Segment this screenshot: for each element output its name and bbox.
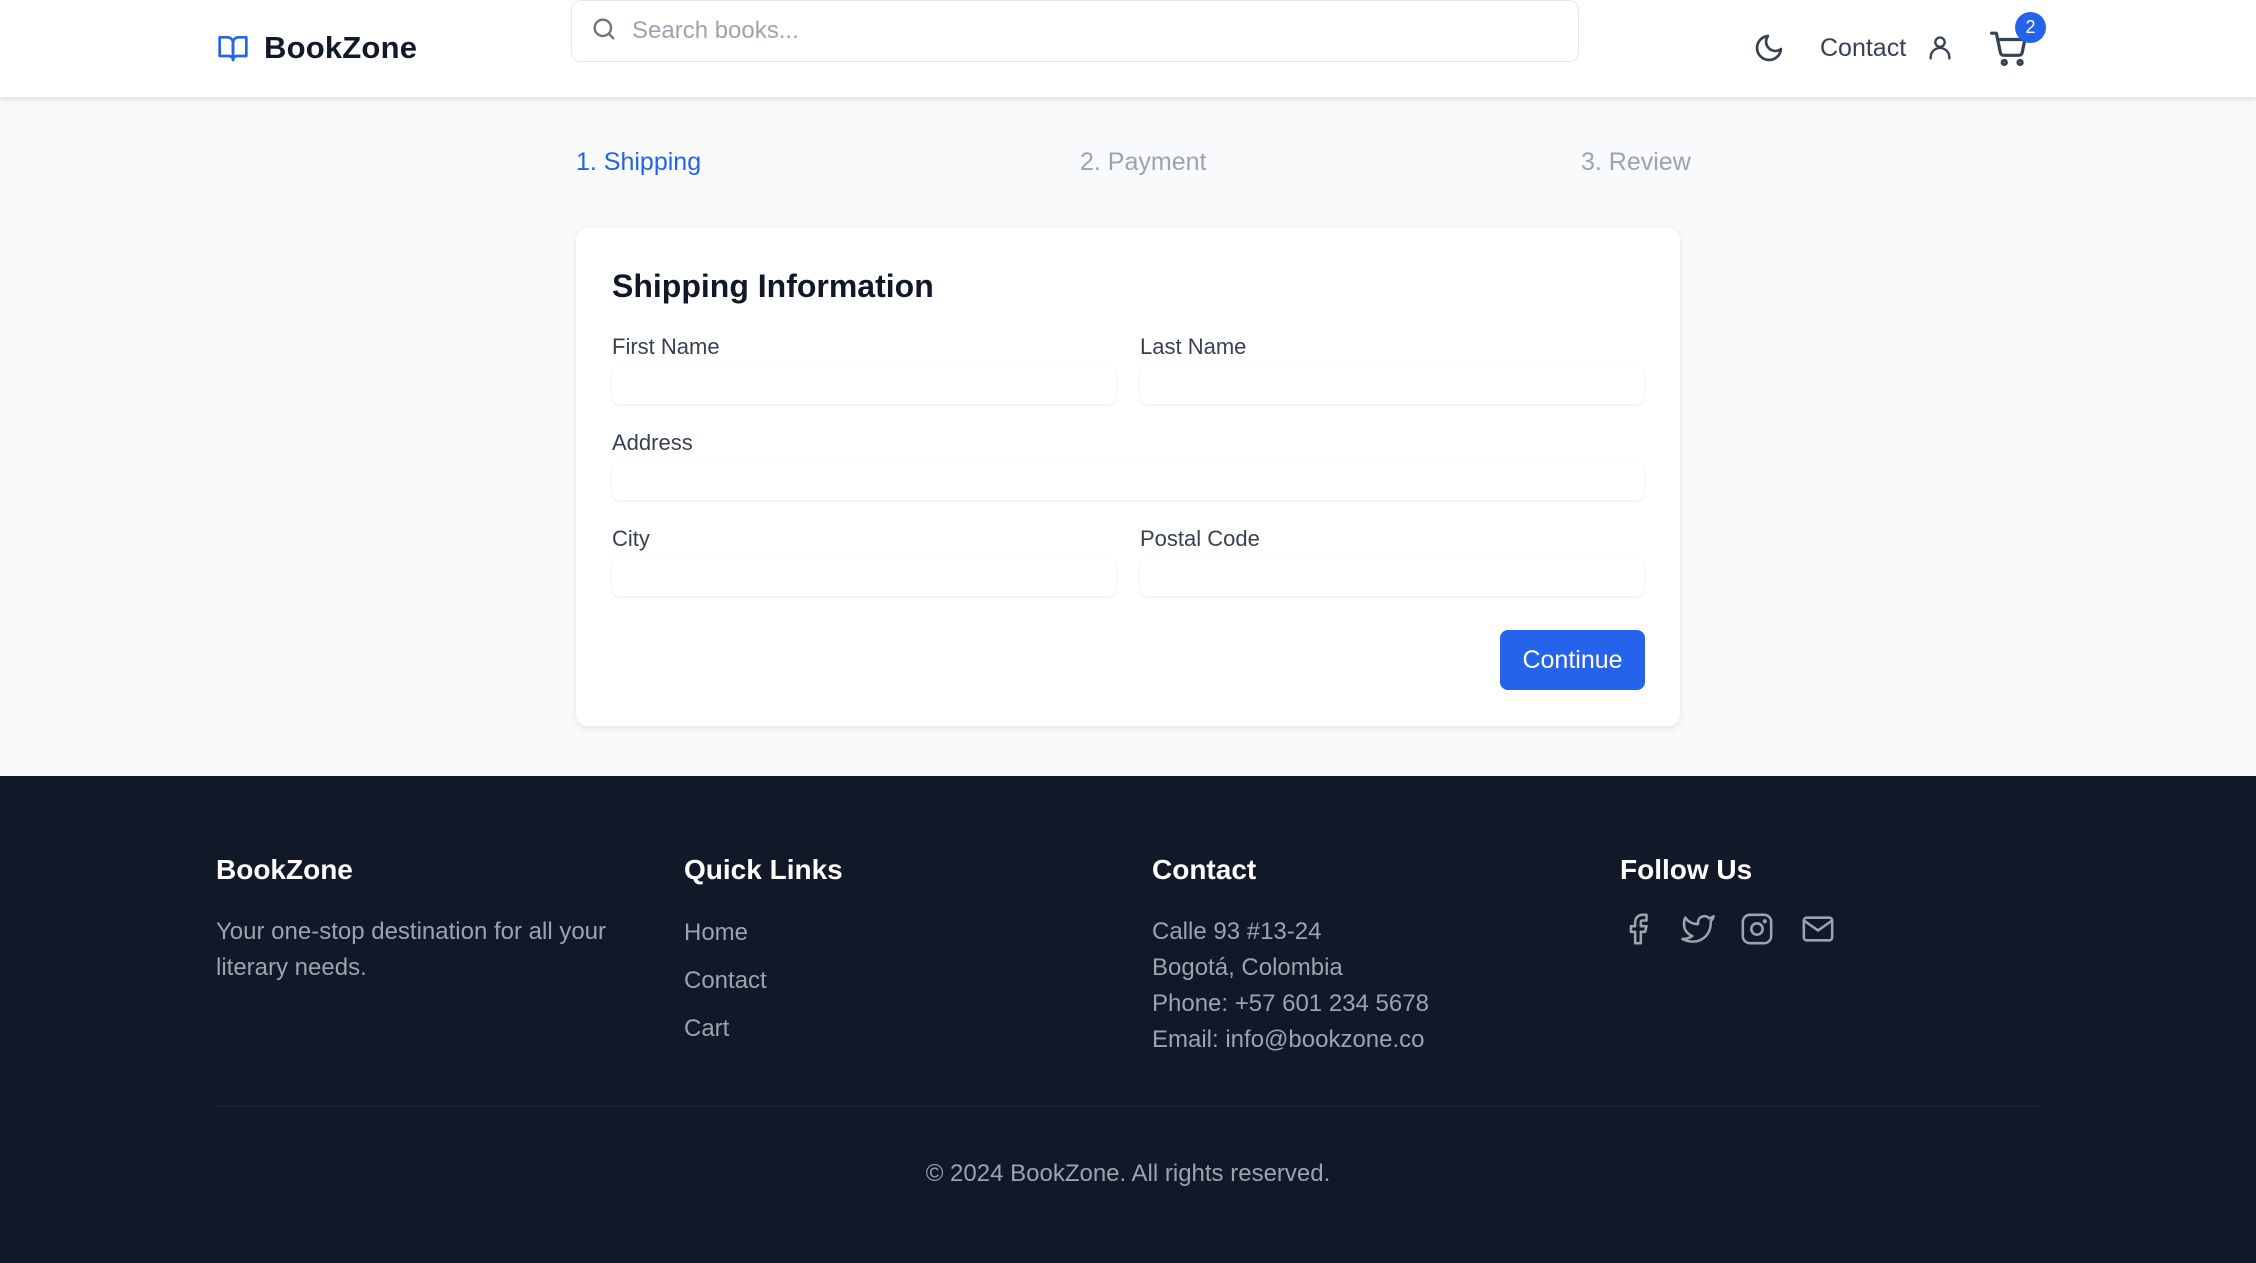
moon-icon[interactable]: [1753, 32, 1785, 69]
nav-contact-link[interactable]: Contact: [1820, 34, 1906, 63]
twitter-icon[interactable]: [1680, 912, 1716, 951]
mail-icon[interactable]: [1800, 912, 1836, 951]
footer-contact-address: Calle 93 #13-24: [1152, 918, 1322, 945]
footer-link-home[interactable]: Home: [684, 919, 748, 947]
footer-contact-title: Contact: [1152, 854, 1257, 885]
last-name-field[interactable]: [1140, 368, 1644, 404]
footer-link-cart[interactable]: Cart: [684, 1015, 729, 1043]
footer-follow-title: Follow Us: [1620, 854, 1753, 885]
cart-count-badge: 2: [2015, 12, 2046, 43]
first-name-label: First Name: [612, 334, 720, 359]
city-label: City: [612, 526, 650, 551]
instagram-icon[interactable]: [1740, 912, 1774, 951]
step-review[interactable]: 3. Review: [1581, 148, 1691, 177]
search-box[interactable]: [571, 0, 1579, 62]
postal-code-field[interactable]: [1140, 560, 1644, 596]
step-payment[interactable]: 2. Payment: [1080, 148, 1206, 177]
address-label: Address: [612, 430, 693, 455]
footer-brand-description: Your one-stop destination for all your l…: [216, 918, 607, 981]
copyright-text: © 2024 BookZone. All rights reserved.: [925, 1160, 1331, 1187]
footer: BookZone Your one-stop destination for a…: [0, 776, 2256, 1263]
logo[interactable]: BookZone: [216, 30, 417, 66]
top-nav: BookZone Contact 2: [0, 0, 2256, 97]
footer-quick-links-title: Quick Links: [684, 854, 843, 885]
footer-contact-email: Email: info@bookzone.co: [1152, 1026, 1425, 1053]
step-shipping[interactable]: 1. Shipping: [576, 148, 701, 177]
facebook-icon[interactable]: [1621, 912, 1655, 951]
user-icon[interactable]: [1926, 33, 1954, 68]
last-name-label: Last Name: [1140, 334, 1247, 359]
search-input[interactable]: [632, 17, 1532, 45]
logo-text: BookZone: [264, 30, 418, 65]
footer-divider: [216, 1106, 2040, 1107]
footer-contact-phone: Phone: +57 601 234 5678: [1152, 990, 1429, 1017]
footer-contact-city: Bogotá, Colombia: [1152, 954, 1343, 981]
shipping-form-card: Shipping Information First Name Last Nam…: [576, 228, 1680, 726]
form-title: Shipping Information: [612, 268, 934, 304]
postal-code-label: Postal Code: [1140, 526, 1260, 551]
book-open-icon: [216, 32, 250, 64]
first-name-field[interactable]: [612, 368, 1116, 404]
footer-link-contact[interactable]: Contact: [684, 967, 767, 995]
city-field[interactable]: [612, 560, 1116, 596]
address-field[interactable]: [612, 464, 1644, 500]
search-icon: [590, 15, 618, 48]
continue-button[interactable]: Continue: [1500, 630, 1645, 690]
footer-brand-title: BookZone: [216, 854, 353, 885]
